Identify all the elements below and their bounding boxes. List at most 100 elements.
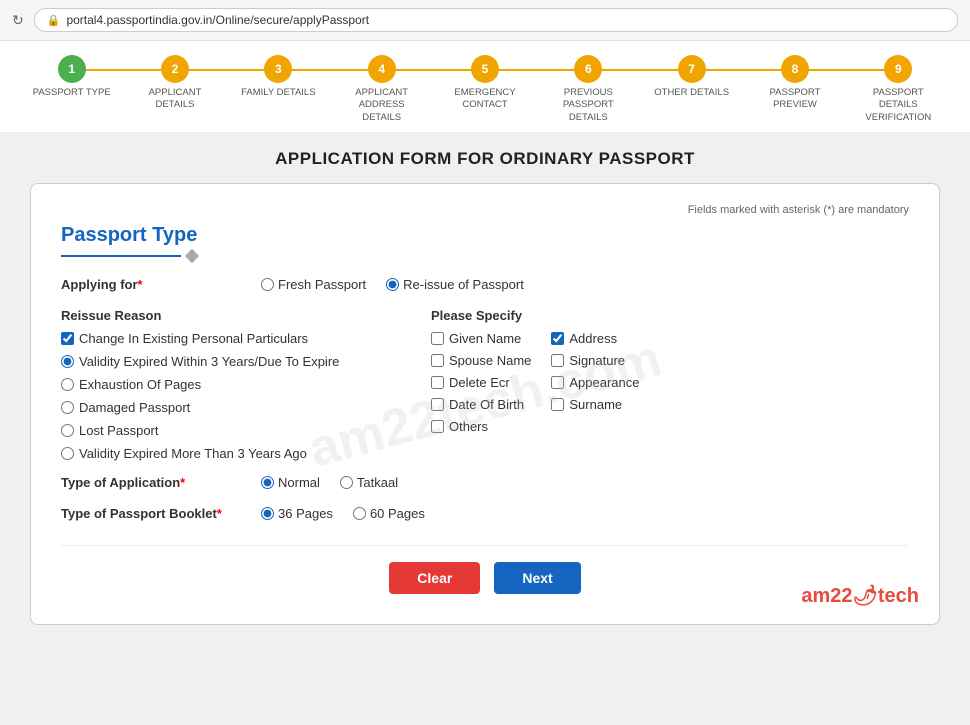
reissue-passport-option[interactable]: Re-issue of Passport [386, 277, 524, 292]
section-title: Passport Type [61, 224, 909, 247]
specify-address-cb[interactable] [551, 332, 564, 345]
tatkaal-option[interactable]: Tatkaal [340, 475, 398, 490]
step-label-5: EMERGENCY CONTACT [445, 87, 525, 112]
reissue-option-validity-more[interactable]: Validity Expired More Than 3 Years Ago [61, 446, 401, 461]
reissue-option-exhaustion[interactable]: Exhaustion Of Pages [61, 377, 401, 392]
specify-dob[interactable]: Date Of Birth [431, 397, 531, 412]
type-of-application-label: Type of Application* [61, 475, 261, 490]
step-circle-6: 6 [574, 55, 602, 83]
fresh-passport-option[interactable]: Fresh Passport [261, 277, 366, 292]
required-star: * [138, 277, 143, 292]
applying-for-row: Applying for* Fresh Passport Re-issue of… [61, 277, 909, 292]
specify-spouse-name[interactable]: Spouse Name [431, 353, 531, 368]
specify-signature[interactable]: Signature [551, 353, 639, 368]
reissue-option-damaged[interactable]: Damaged Passport [61, 400, 401, 415]
specify-spouse-name-cb[interactable] [431, 354, 444, 367]
step-label-3: FAMILY DETAILS [241, 87, 315, 99]
specify-delete-ecr[interactable]: Delete Ecr [431, 375, 531, 390]
step-1[interactable]: 1 PASSPORT TYPE [20, 55, 123, 99]
specify-surname[interactable]: Surname [551, 397, 639, 412]
reissue-radio-exhaustion[interactable] [61, 378, 74, 391]
specify-surname-cb[interactable] [551, 398, 564, 411]
tatkaal-radio[interactable] [340, 476, 353, 489]
step-5[interactable]: 5 EMERGENCY CONTACT [433, 55, 536, 112]
required-star-3: * [217, 506, 222, 521]
60pages-radio[interactable] [353, 507, 366, 520]
applying-for-options: Fresh Passport Re-issue of Passport [261, 277, 524, 292]
brand-text-after: tech [878, 585, 919, 607]
step-circle-7: 7 [678, 55, 706, 83]
reissue-option-lost[interactable]: Lost Passport [61, 423, 401, 438]
60pages-label: 60 Pages [370, 506, 425, 521]
step-label-6: PREVIOUS PASSPORT DETAILS [548, 87, 628, 124]
36pages-radio[interactable] [261, 507, 274, 520]
specify-delete-ecr-cb[interactable] [431, 376, 444, 389]
specify-signature-cb[interactable] [551, 354, 564, 367]
reissue-options-list: Change In Existing Personal Particulars … [61, 331, 401, 461]
section-divider [61, 251, 909, 261]
reissue-passport-radio[interactable] [386, 278, 399, 291]
specify-given-name-cb[interactable] [431, 332, 444, 345]
step-9[interactable]: 9 PASSPORT DETAILS VERIFICATION [847, 55, 950, 124]
specify-checkboxes: Given Name Spouse Name Delete Ecr D [431, 331, 909, 434]
normal-label: Normal [278, 475, 320, 490]
reissue-passport-label: Re-issue of Passport [403, 277, 524, 292]
button-row: Clear Next [61, 545, 909, 594]
36pages-option[interactable]: 36 Pages [261, 506, 333, 521]
step-circle-9: 9 [884, 55, 912, 83]
36pages-label: 36 Pages [278, 506, 333, 521]
please-specify-heading: Please Specify [431, 308, 909, 323]
step-circle-3: 3 [264, 55, 292, 83]
step-2[interactable]: 2 APPLICANT DETAILS [123, 55, 226, 112]
specify-appearance-cb[interactable] [551, 376, 564, 389]
step-circle-2: 2 [161, 55, 189, 83]
specify-dob-cb[interactable] [431, 398, 444, 411]
reissue-right: Please Specify Given Name Spouse Name [431, 308, 909, 461]
refresh-icon[interactable]: ↻ [12, 12, 24, 29]
type-of-application-options: Normal Tatkaal [261, 475, 398, 490]
progress-bar: 1 PASSPORT TYPE 2 APPLICANT DETAILS 3 FA… [0, 41, 970, 133]
passport-booklet-options: 36 Pages 60 Pages [261, 506, 425, 521]
fresh-passport-radio[interactable] [261, 278, 274, 291]
step-label-1: PASSPORT TYPE [33, 87, 111, 99]
step-6[interactable]: 6 PREVIOUS PASSPORT DETAILS [537, 55, 640, 124]
normal-radio[interactable] [261, 476, 274, 489]
specify-col1: Given Name Spouse Name Delete Ecr D [431, 331, 531, 434]
type-of-application-row: Type of Application* Normal Tatkaal [61, 475, 909, 490]
step-7[interactable]: 7 OTHER DETAILS [640, 55, 743, 99]
reissue-radio-validity3[interactable] [61, 355, 74, 368]
url-text: portal4.passportindia.gov.in/Online/secu… [66, 13, 369, 27]
browser-bar: ↻ 🔒 portal4.passportindia.gov.in/Online/… [0, 0, 970, 41]
specify-appearance[interactable]: Appearance [551, 375, 639, 390]
reissue-radio-damaged[interactable] [61, 401, 74, 414]
clear-button[interactable]: Clear [389, 562, 480, 594]
reissue-option-change[interactable]: Change In Existing Personal Particulars [61, 331, 401, 346]
specify-address[interactable]: Address [551, 331, 639, 346]
reissue-left: Reissue Reason Change In Existing Person… [61, 308, 401, 461]
specify-others-cb[interactable] [431, 420, 444, 433]
step-label-4: APPLICANT ADDRESS DETAILS [342, 87, 422, 124]
specify-given-name[interactable]: Given Name [431, 331, 531, 346]
step-circle-1: 1 [58, 55, 86, 83]
brand-text-before: am22 [801, 585, 852, 607]
brand-icon: 🌶 [852, 585, 877, 607]
address-bar[interactable]: 🔒 portal4.passportindia.gov.in/Online/se… [34, 8, 958, 32]
step-label-9: PASSPORT DETAILS VERIFICATION [858, 87, 938, 124]
mandatory-note: Fields marked with asterisk (*) are mand… [61, 204, 909, 216]
next-button[interactable]: Next [494, 562, 580, 594]
specify-col2: Address Signature Appearance Surnam [551, 331, 639, 434]
specify-others[interactable]: Others [431, 419, 531, 434]
step-8[interactable]: 8 PASSPORT PREVIEW [743, 55, 846, 112]
reissue-radio-validity-more[interactable] [61, 447, 74, 460]
reissue-checkbox-change[interactable] [61, 332, 74, 345]
60pages-option[interactable]: 60 Pages [353, 506, 425, 521]
reissue-option-validity3[interactable]: Validity Expired Within 3 Years/Due To E… [61, 354, 401, 369]
reissue-section: Reissue Reason Change In Existing Person… [61, 308, 909, 461]
lock-icon: 🔒 [47, 14, 61, 27]
progress-steps: 1 PASSPORT TYPE 2 APPLICANT DETAILS 3 FA… [20, 55, 950, 124]
step-4[interactable]: 4 APPLICANT ADDRESS DETAILS [330, 55, 433, 124]
step-3[interactable]: 3 FAMILY DETAILS [227, 55, 330, 99]
brand-logo: am22🌶tech [801, 583, 919, 608]
reissue-radio-lost[interactable] [61, 424, 74, 437]
normal-option[interactable]: Normal [261, 475, 320, 490]
